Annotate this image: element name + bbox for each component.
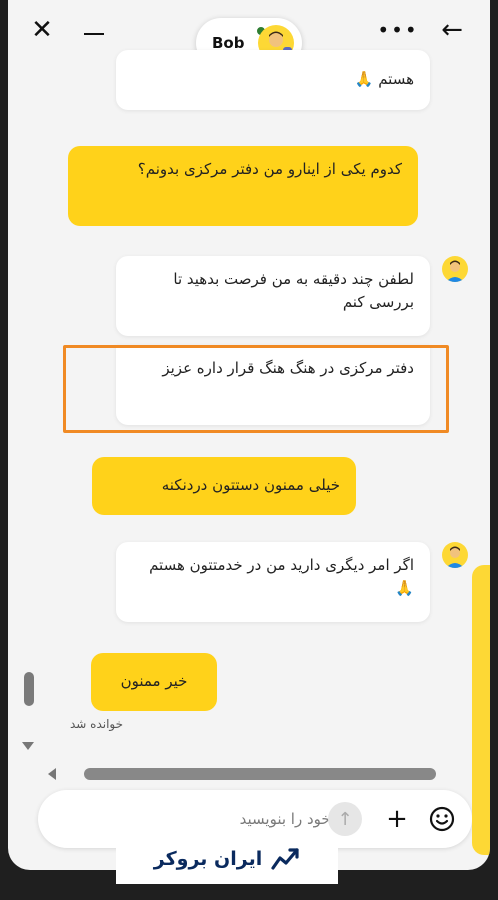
send-button[interactable]: ↑ — [328, 802, 362, 836]
scroll-left-arrow[interactable] — [48, 768, 56, 780]
close-icon: ✕ — [31, 15, 53, 45]
read-receipt: خوانده شد — [70, 717, 124, 731]
more-icon: ••• — [377, 18, 419, 42]
agent-message: لطفن چند دقیقه به من فرصت بدهید تا بررسی… — [116, 256, 430, 336]
user-message: خیلی ممنون دستتون دردنکنه — [92, 457, 356, 515]
back-button[interactable]: ← — [436, 14, 468, 46]
brand-footer: ایران بروکر — [116, 834, 338, 884]
smiley-icon — [429, 806, 455, 832]
horizontal-scrollbar[interactable] — [44, 766, 484, 782]
arrow-left-icon: ← — [441, 15, 463, 45]
user-message: کدوم یکی از اینارو من دفتر مرکزی بدونم؟ — [68, 146, 418, 226]
brand-name: ایران بروکر — [153, 848, 263, 870]
arrow-up-icon: ↑ — [337, 808, 353, 830]
plus-icon: + — [386, 804, 408, 834]
minimize-button[interactable] — [78, 14, 110, 46]
horizontal-scrollbar-thumb[interactable] — [84, 768, 436, 780]
scroll-down-arrow[interactable] — [22, 742, 34, 750]
emoji-button[interactable] — [427, 804, 457, 834]
highlight-box — [63, 345, 449, 433]
chat-window: ✕ Bob ••• ← هستم 🙏 کدوم یکی از اینارو من… — [8, 0, 490, 870]
attach-button[interactable]: + — [380, 802, 414, 836]
decorative-accent — [472, 565, 490, 855]
agent-mini-avatar — [442, 256, 468, 282]
minimize-icon — [84, 32, 104, 36]
agent-mini-avatar — [442, 542, 468, 568]
brand-logo-icon — [271, 848, 299, 870]
user-message: خیر ممنون — [91, 653, 217, 711]
close-button[interactable]: ✕ — [26, 14, 58, 46]
agent-message: اگر امر دیگری دارید من در خدمتتون هستم 🙏 — [116, 542, 430, 622]
vertical-scrollbar-thumb[interactable] — [24, 672, 34, 706]
more-options-button[interactable]: ••• — [377, 14, 416, 46]
agent-message: هستم 🙏 — [116, 50, 430, 110]
